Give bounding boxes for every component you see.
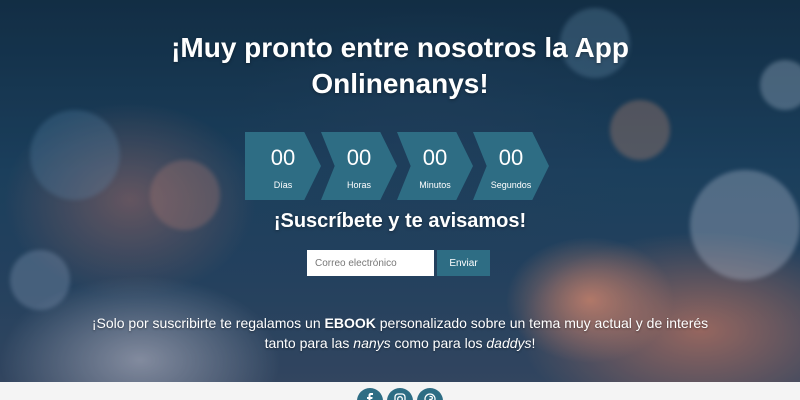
countdown-minutes: 00 Minutos xyxy=(397,132,473,200)
promo-text-part: ! xyxy=(531,335,536,351)
promo-text-part: como para los xyxy=(390,335,487,351)
countdown-seconds-label: Segundos xyxy=(490,180,532,190)
page-title: ¡Muy pronto entre nosotros la App Online… xyxy=(0,30,800,102)
footer xyxy=(0,382,800,400)
countdown-hours: 00 Horas xyxy=(321,132,397,200)
email-input[interactable] xyxy=(307,250,434,276)
countdown-seconds-value: 00 xyxy=(498,145,524,170)
countdown-minutes-label: Minutos xyxy=(419,180,451,190)
promo-text-part: ¡Solo por suscribirte te regalamos un xyxy=(91,315,325,331)
promo-text-part: personalizado sobre un tema muy actual y… xyxy=(375,315,709,331)
subscribe-heading: ¡Suscríbete y te avisamos! xyxy=(273,210,527,232)
countdown-minutes-value: 00 xyxy=(422,145,448,170)
title-line-2: Onlinenanys! xyxy=(311,68,489,99)
promo-daddys: daddys xyxy=(486,335,532,351)
pinterest-link[interactable] xyxy=(417,388,443,400)
promo-text: ¡Solo por suscribirte te regalamos un EB… xyxy=(0,313,800,353)
countdown-seconds: 00 Segundos xyxy=(473,132,549,200)
facebook-icon xyxy=(367,393,373,400)
countdown-days-label: Días xyxy=(273,180,293,190)
countdown-days-value: 00 xyxy=(270,145,296,170)
countdown-hours-label: Horas xyxy=(346,180,371,190)
countdown-days: 00 Días xyxy=(245,132,321,200)
facebook-link[interactable] xyxy=(357,388,383,400)
submit-button[interactable]: Enviar xyxy=(437,250,490,276)
promo-text-part: tanto para las xyxy=(264,335,354,351)
countdown-hours-value: 00 xyxy=(346,145,372,170)
countdown-timer: 00 Días 00 Horas 00 Minutos 00 Segundos xyxy=(245,132,555,200)
instagram-icon xyxy=(394,393,406,400)
promo-nanys: nanys xyxy=(353,335,391,351)
promo-ebook: EBOOK xyxy=(324,315,376,331)
instagram-link[interactable] xyxy=(387,388,413,400)
title-line-1: ¡Muy pronto entre nosotros la App xyxy=(171,32,629,63)
pinterest-icon xyxy=(424,393,436,400)
